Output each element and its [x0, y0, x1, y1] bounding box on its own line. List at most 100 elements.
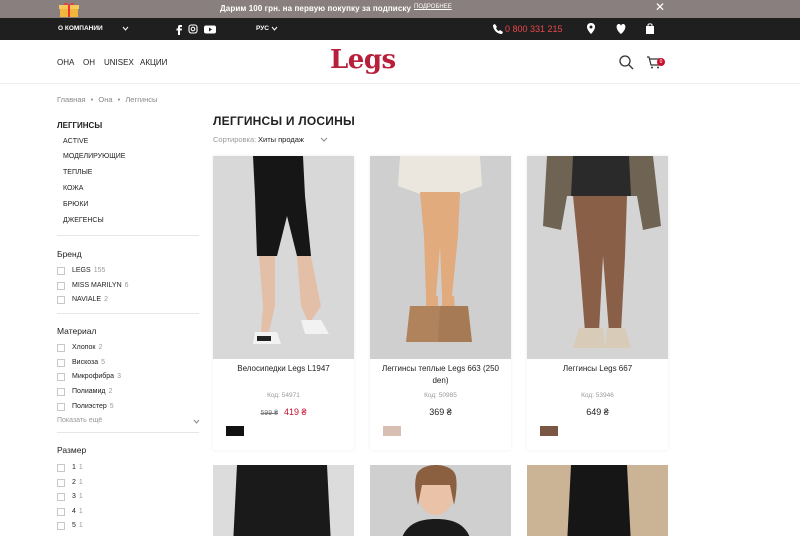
product-photo[interactable] [527, 156, 668, 359]
bag-icon[interactable] [643, 22, 657, 36]
brand-logo[interactable]: Legs [330, 45, 396, 75]
product-code: Код: 54971 [267, 392, 300, 399]
brand-checkbox[interactable] [57, 267, 65, 275]
facebook-icon[interactable] [173, 23, 185, 35]
material-option[interactable]: Вискоза 5 [72, 359, 105, 366]
category-item[interactable]: ACTIVE [63, 138, 88, 145]
color-swatch[interactable] [540, 426, 558, 436]
product-name[interactable]: Леггинсы Legs 667 [535, 363, 660, 375]
category-item[interactable]: КОЖА [63, 185, 83, 192]
material-checkbox[interactable] [57, 373, 65, 381]
promo-bar: Дарим 100 грн. на первую покупку за подп… [0, 0, 800, 18]
product-name[interactable]: Велосипедки Legs L1947 [221, 363, 346, 375]
chevron-down-icon [122, 26, 129, 31]
product-card[interactable] [370, 465, 511, 536]
product-price: 599 ₴ 419 ₴ [213, 407, 354, 417]
size-checkbox[interactable] [57, 522, 65, 530]
size-checkbox[interactable] [57, 493, 65, 501]
option-count: 2 [98, 344, 103, 351]
brand-option[interactable]: LEGS 155 [72, 267, 105, 274]
material-checkbox[interactable] [57, 403, 65, 411]
sort-label: Сортировка: [213, 135, 257, 144]
size-option[interactable]: 31 [72, 493, 83, 500]
color-swatch[interactable] [226, 426, 244, 436]
size-option[interactable]: 11 [72, 464, 83, 471]
color-swatch[interactable] [383, 426, 401, 436]
option-label: Микрофибра [72, 373, 115, 380]
close-icon[interactable]: ✕ [655, 0, 665, 14]
sale-price: 419 ₴ [284, 407, 307, 417]
category-item[interactable]: ДЖЕГЕНСЫ [63, 217, 104, 224]
material-option[interactable]: Полиамид 2 [72, 388, 112, 395]
product-image [213, 156, 354, 359]
material-option[interactable]: Полиэстер 5 [72, 403, 114, 410]
old-price: 599 ₴ [260, 410, 278, 417]
promo-more-link[interactable]: ПОДРОБНЕЕ [414, 4, 452, 10]
location-pin-icon[interactable] [584, 22, 598, 36]
brand-option[interactable]: MISS MARILYN 6 [72, 282, 129, 289]
material-option[interactable]: Микрофибра 3 [72, 373, 121, 380]
language-selector[interactable]: РУС [256, 25, 269, 32]
phone-number[interactable]: 0 800 331 215 [505, 24, 563, 34]
chevron-down-icon[interactable] [193, 419, 200, 425]
product-card[interactable]: Леггинсы теплые Legs 663 (250 den) Код: … [370, 156, 511, 450]
option-count: 1 [78, 493, 83, 500]
size-checkbox[interactable] [57, 508, 65, 516]
product-code: Код: 50985 [424, 392, 457, 399]
size-option[interactable]: 51 [72, 522, 83, 529]
brand-filter-title[interactable]: Бренд [57, 249, 82, 259]
promo-message: Дарим 100 грн. на первую покупку за подп… [220, 4, 412, 13]
product-image [370, 156, 511, 359]
product-card[interactable] [527, 465, 668, 536]
nav-item-sale[interactable]: АКЦИИ [140, 58, 167, 67]
category-title[interactable]: ЛЕГГИНСЫ [57, 121, 102, 130]
size-filter-title[interactable]: Размер [57, 445, 86, 455]
company-menu[interactable]: О КОМПАНИИ [58, 25, 103, 32]
brand-option[interactable]: NAVIALE 2 [72, 296, 108, 303]
breadcrumb-ona[interactable]: Она [98, 95, 112, 104]
product-image [370, 465, 511, 536]
product-price: 649 ₴ [527, 407, 668, 417]
phone-icon [493, 24, 503, 34]
option-label: 4 [72, 508, 76, 515]
size-option[interactable]: 41 [72, 508, 83, 515]
size-option[interactable]: 21 [72, 479, 83, 486]
chevron-down-icon[interactable] [320, 137, 328, 143]
size-checkbox[interactable] [57, 479, 65, 487]
option-count: 3 [117, 373, 121, 380]
material-checkbox[interactable] [57, 344, 65, 352]
material-checkbox[interactable] [57, 388, 65, 396]
brand-checkbox[interactable] [57, 296, 65, 304]
option-label: Полиамид [72, 388, 106, 395]
category-item[interactable]: МОДЕЛИРУЮЩИЕ [63, 153, 125, 160]
search-icon[interactable] [618, 54, 634, 70]
product-image [213, 465, 354, 536]
instagram-icon[interactable] [187, 23, 199, 35]
product-photo[interactable] [213, 156, 354, 359]
top-bar: О КОМПАНИИ РУС 0 800 331 215 [0, 18, 800, 40]
category-item[interactable]: БРЮКИ [63, 201, 88, 208]
category-item[interactable]: ТЕПЛЫЕ [63, 169, 92, 176]
nav-item-unisex[interactable]: UNISEX [104, 58, 134, 67]
divider [57, 235, 199, 236]
product-name[interactable]: Леггинсы теплые Legs 663 (250 den) [378, 363, 503, 387]
product-card[interactable]: Леггинсы Legs 667 Код: 53946 649 ₴ [527, 156, 668, 450]
breadcrumb-home[interactable]: Главная [57, 95, 86, 104]
nav-item-ona[interactable]: ОНА [57, 58, 74, 67]
product-photo[interactable] [370, 156, 511, 359]
size-checkbox[interactable] [57, 464, 65, 472]
heart-icon[interactable] [614, 22, 628, 36]
youtube-icon[interactable] [203, 23, 217, 35]
breadcrumb-separator: • [90, 95, 94, 104]
material-checkbox[interactable] [57, 359, 65, 367]
product-card[interactable]: Велосипедки Legs L1947 Код: 54971 599 ₴ 4… [213, 156, 354, 450]
material-filter-title[interactable]: Материал [57, 326, 96, 336]
option-label: NAVIALE [72, 296, 102, 303]
sort-dropdown[interactable]: Хиты продаж [258, 135, 304, 144]
breadcrumb: Главная • Она • Леггинсы [57, 95, 160, 104]
brand-checkbox[interactable] [57, 282, 65, 290]
show-more-link[interactable]: Показать ещё [57, 417, 102, 424]
product-card[interactable] [213, 465, 354, 536]
nav-item-on[interactable]: ОН [83, 58, 95, 67]
material-option[interactable]: Хлопок 2 [72, 344, 102, 351]
